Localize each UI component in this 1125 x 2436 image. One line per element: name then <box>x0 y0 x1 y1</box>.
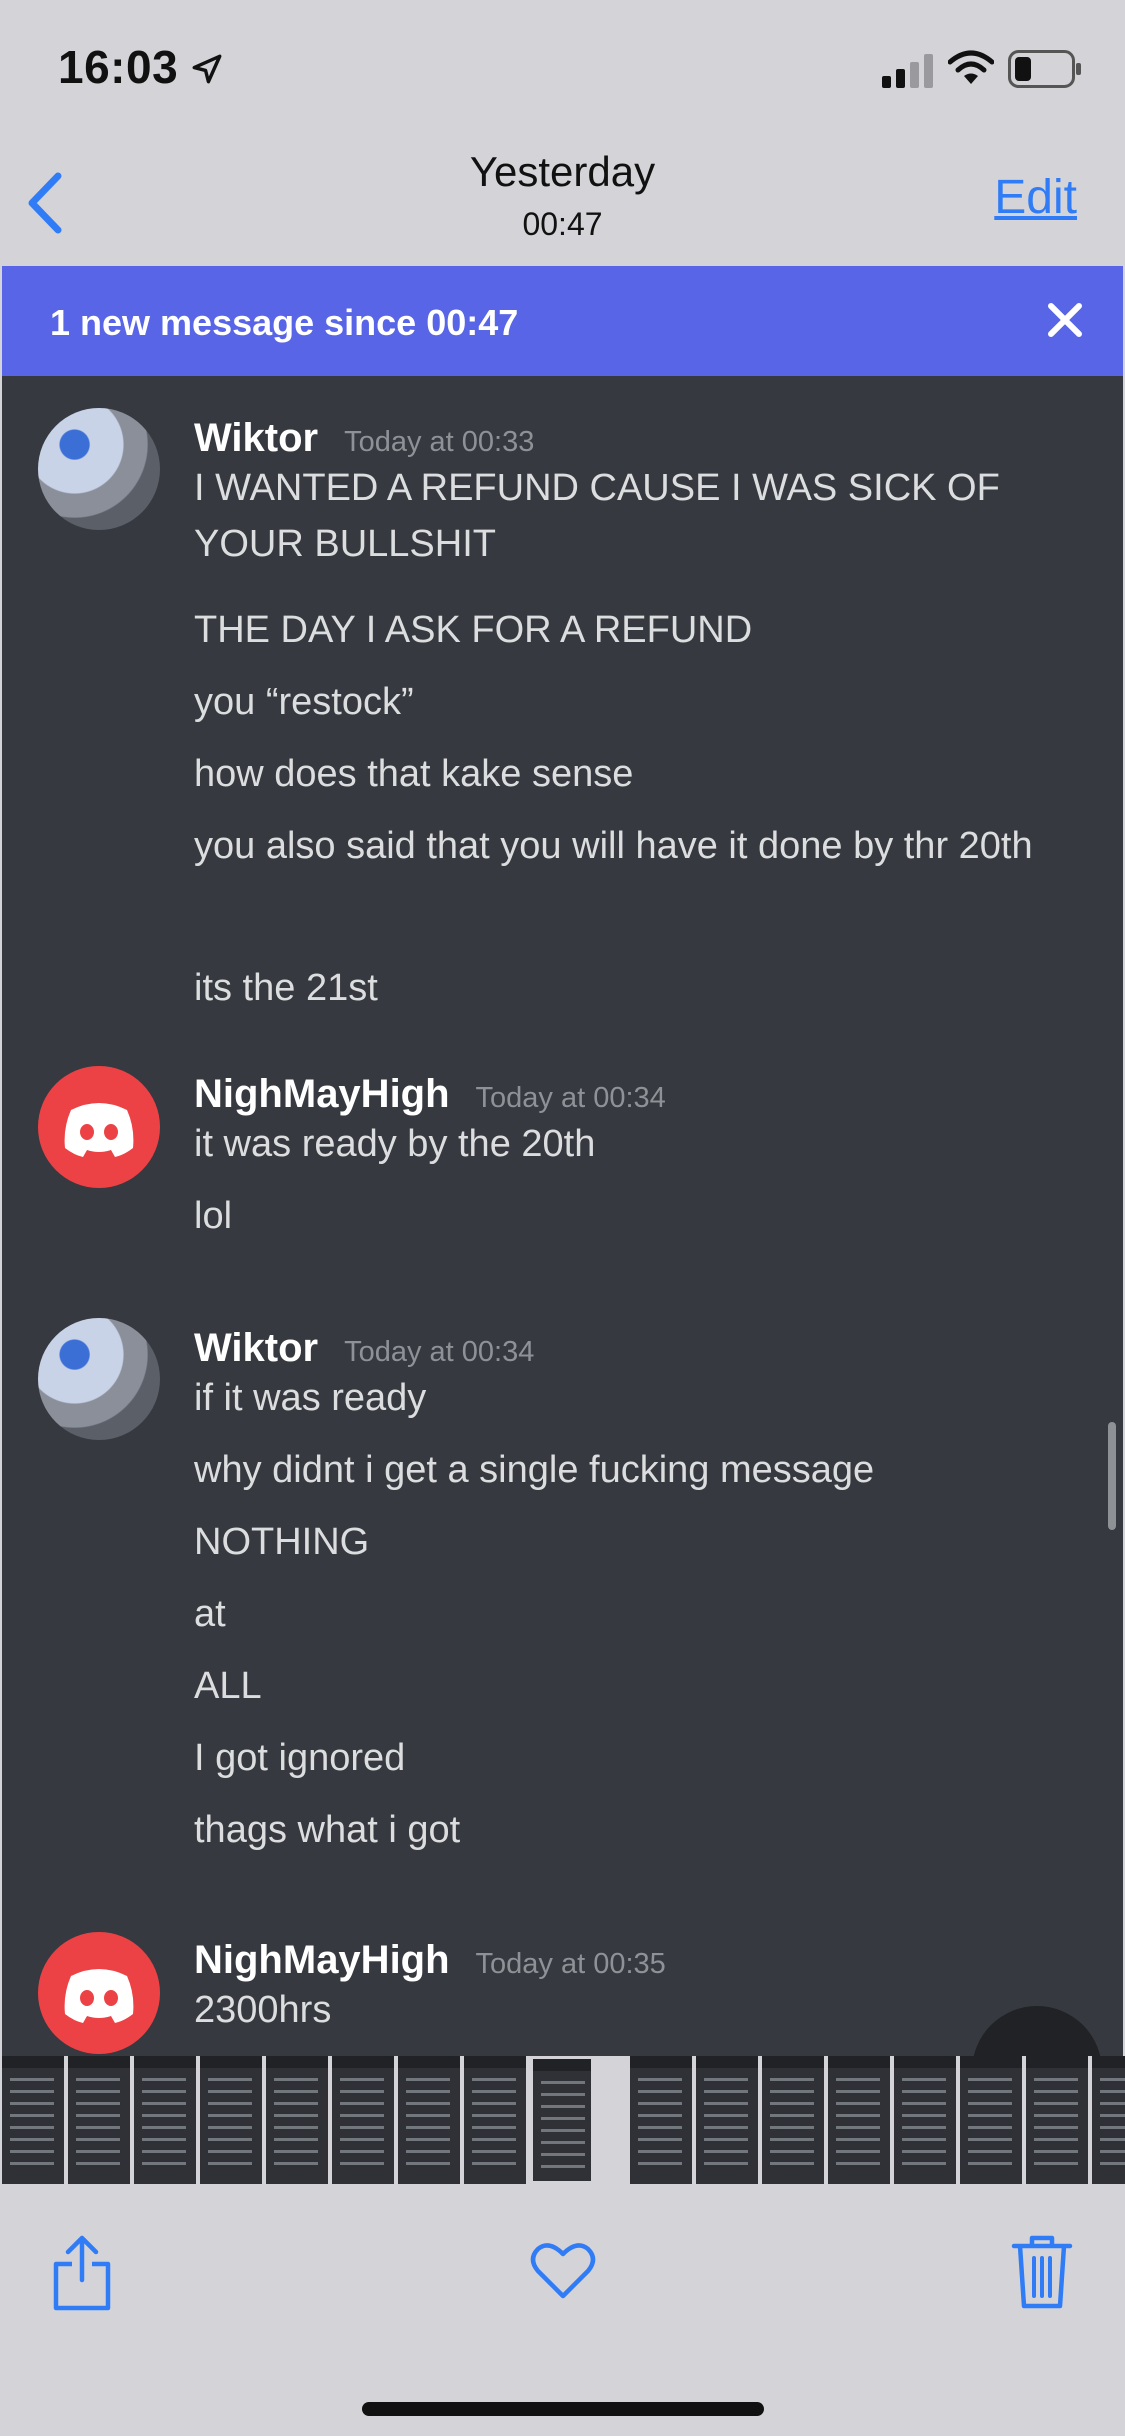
photo-thumbnail[interactable] <box>132 2056 196 2184</box>
author-name[interactable]: NighMayHigh <box>194 1072 450 1116</box>
wifi-icon <box>948 50 994 84</box>
message-line: I WANTED A REFUND CAUSE I WAS SICK OF YO… <box>194 467 1000 565</box>
photo-thumbnail[interactable] <box>462 2056 526 2184</box>
cellular-signal-icon <box>882 54 933 88</box>
new-message-banner[interactable]: 1 new message since 00:47 <box>2 266 1123 376</box>
photo-thumbnail[interactable] <box>396 2056 460 2184</box>
message-line: its the 21st <box>194 967 378 1009</box>
message-line: you also said that you will have it done… <box>194 825 1033 867</box>
message-author[interactable]: NighMayHigh Today at 00:34 <box>194 1072 666 1117</box>
message-line: thags what i got <box>194 1809 461 1851</box>
photo-thumbnail[interactable] <box>760 2056 824 2184</box>
message-author[interactable]: Wiktor Today at 00:34 <box>194 1326 534 1371</box>
photo-thumbnail[interactable] <box>694 2056 758 2184</box>
photo-thumbnail[interactable] <box>0 2056 64 2184</box>
message-line: NOTHING <box>194 1521 370 1563</box>
message-line: I got ignored <box>194 1737 406 1779</box>
photo-toolbar <box>0 2184 1125 2436</box>
battery-icon <box>1008 50 1081 88</box>
photo-thumbnail[interactable] <box>1090 2056 1125 2184</box>
message-timestamp: Today at 00:33 <box>344 426 535 458</box>
message-line: THE DAY I ASK FOR A REFUND <box>194 609 753 651</box>
location-arrow-icon <box>192 54 222 84</box>
message-author[interactable]: NighMayHigh Today at 00:35 <box>194 1938 666 1983</box>
message-line: why didnt i get a single fucking message <box>194 1449 875 1491</box>
message-line: at <box>194 1593 226 1635</box>
new-message-text: 1 new message since 00:47 <box>50 302 519 343</box>
message-timestamp: Today at 00:35 <box>475 1948 666 1980</box>
status-time: 16:03 <box>58 41 179 93</box>
message-timestamp: Today at 00:34 <box>344 1336 535 1368</box>
message-line: you “restock” <box>194 681 414 723</box>
author-name[interactable]: Wiktor <box>194 1326 318 1370</box>
photo-thumbnail[interactable] <box>826 2056 890 2184</box>
message-line: if it was ready <box>194 1377 427 1419</box>
trash-icon[interactable] <box>1010 2232 1074 2310</box>
photo-thumbnail[interactable] <box>958 2056 1022 2184</box>
edit-button[interactable]: Edit <box>994 170 1077 225</box>
message-line: how does that kake sense <box>194 753 634 795</box>
photo-thumbnail[interactable] <box>198 2056 262 2184</box>
photo-nav-bar: Yesterday 00:47 Edit <box>0 140 1125 266</box>
photo-thumbnail-current[interactable] <box>530 2056 594 2184</box>
discord-avatar[interactable] <box>38 1932 160 2054</box>
discord-logo-icon <box>64 1969 134 2023</box>
author-name[interactable]: NighMayHigh <box>194 1938 450 1982</box>
photo-thumbnail[interactable] <box>66 2056 130 2184</box>
nav-subtitle: 00:47 <box>522 206 603 242</box>
message-line: ALL <box>194 1665 262 1707</box>
user-avatar[interactable] <box>38 1318 160 1440</box>
scrollbar-thumb[interactable] <box>1108 1422 1116 1530</box>
message-line: it was ready by the 20th <box>194 1123 596 1165</box>
heart-icon[interactable] <box>530 2240 596 2300</box>
status-bar: 16:03 <box>0 0 1125 140</box>
message-timestamp: Today at 00:34 <box>475 1082 666 1114</box>
photo-thumbnail[interactable] <box>628 2056 692 2184</box>
close-icon[interactable] <box>1045 300 1085 340</box>
discord-avatar[interactable] <box>38 1066 160 1188</box>
thumbnail-strip[interactable] <box>0 2056 1125 2184</box>
home-indicator[interactable] <box>362 2402 764 2416</box>
message-author[interactable]: Wiktor Today at 00:33 <box>194 416 534 461</box>
message-line: lol <box>194 1195 233 1237</box>
author-name[interactable]: Wiktor <box>194 416 318 460</box>
photo-thumbnail[interactable] <box>264 2056 328 2184</box>
user-avatar[interactable] <box>38 408 160 530</box>
photo-thumbnail[interactable] <box>330 2056 394 2184</box>
photo-thumbnail[interactable] <box>1024 2056 1088 2184</box>
discord-logo-icon <box>64 1103 134 1157</box>
nav-title: Yesterday <box>469 148 656 195</box>
share-icon[interactable] <box>50 2232 114 2312</box>
discord-screenshot: 1 new message since 00:47 Wiktor Today at… <box>2 266 1123 2056</box>
photo-thumbnail[interactable] <box>892 2056 956 2184</box>
message-line: 2300hrs <box>194 1989 332 2031</box>
